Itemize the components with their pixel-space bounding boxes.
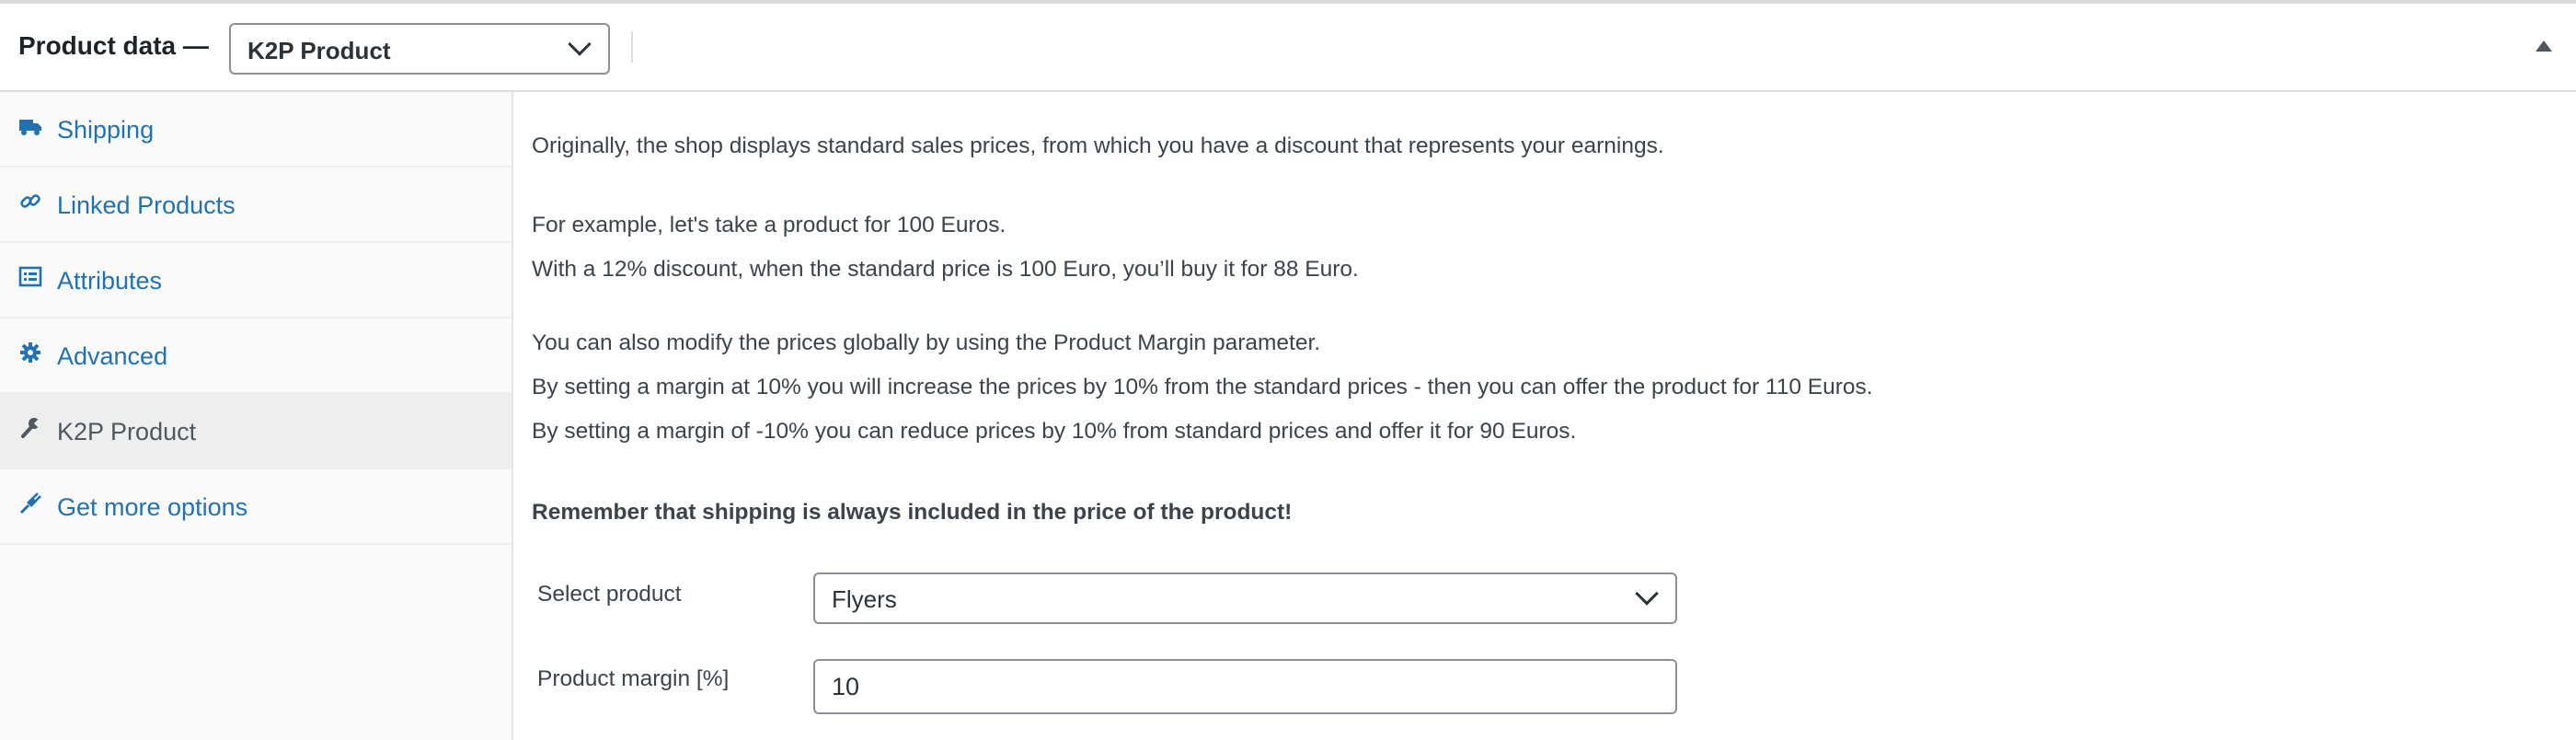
link-icon (20, 194, 40, 208)
tab-label: Attributes (57, 267, 163, 295)
product-type-select[interactable]: K2P Product (229, 23, 610, 75)
truck-icon (19, 120, 41, 135)
select-product-label: Select product (537, 582, 682, 607)
tab-get-more-options[interactable]: Get more options (0, 469, 512, 545)
plug-icon (19, 492, 41, 515)
margin-decrease-paragraph: By setting a margin of -10% you can redu… (532, 419, 1577, 444)
tab-k2p-product[interactable]: K2P Product (0, 394, 512, 469)
wrench-icon (21, 418, 42, 438)
tab-shipping[interactable]: Shipping (0, 92, 512, 168)
select-product-value: Flyers (832, 585, 897, 613)
chevron-down-icon (568, 32, 592, 56)
tab-label: K2P Product (57, 418, 197, 445)
header-divider (631, 31, 633, 63)
k2p-product-options: Originally, the shop displays standard s… (532, 92, 2556, 740)
example-paragraph-detail: With a 12% discount, when the standard p… (532, 257, 1359, 282)
shipping-notice: Remember that shipping is always include… (532, 500, 1293, 525)
select-product-dropdown[interactable]: Flyers (813, 572, 1677, 624)
tab-label: Linked Products (57, 191, 236, 219)
margin-increase-paragraph: By setting a margin at 10% you will incr… (532, 375, 1873, 399)
product-margin-label: Product margin [%] (537, 666, 730, 691)
product-data-tabs: Shipping Linked Products Attributes Adva… (0, 92, 513, 740)
gear-icon (20, 342, 40, 363)
product-margin-input[interactable] (813, 659, 1677, 714)
margin-paragraph: You can also modify the prices globally … (532, 330, 1321, 355)
chevron-down-icon (1635, 582, 1659, 606)
product-data-panel: Product data — K2P Product Shipping Link… (0, 0, 2576, 740)
tab-linked-products[interactable]: Linked Products (0, 168, 512, 243)
example-paragraph: For example, let's take a product for 10… (532, 213, 1006, 237)
tab-label: Get more options (57, 493, 248, 521)
product-data-header: Product data — K2P Product (0, 4, 2576, 92)
collapse-toggle-icon[interactable] (2536, 40, 2552, 52)
tab-label: Shipping (57, 116, 155, 144)
tab-advanced[interactable]: Advanced (0, 318, 512, 394)
list-icon (18, 266, 42, 287)
product-type-value: K2P Product (247, 37, 391, 64)
tab-label: Advanced (57, 342, 168, 370)
intro-paragraph: Originally, the shop displays standard s… (532, 133, 1664, 158)
tab-attributes[interactable]: Attributes (0, 243, 512, 318)
panel-title: Product data — (18, 31, 209, 60)
